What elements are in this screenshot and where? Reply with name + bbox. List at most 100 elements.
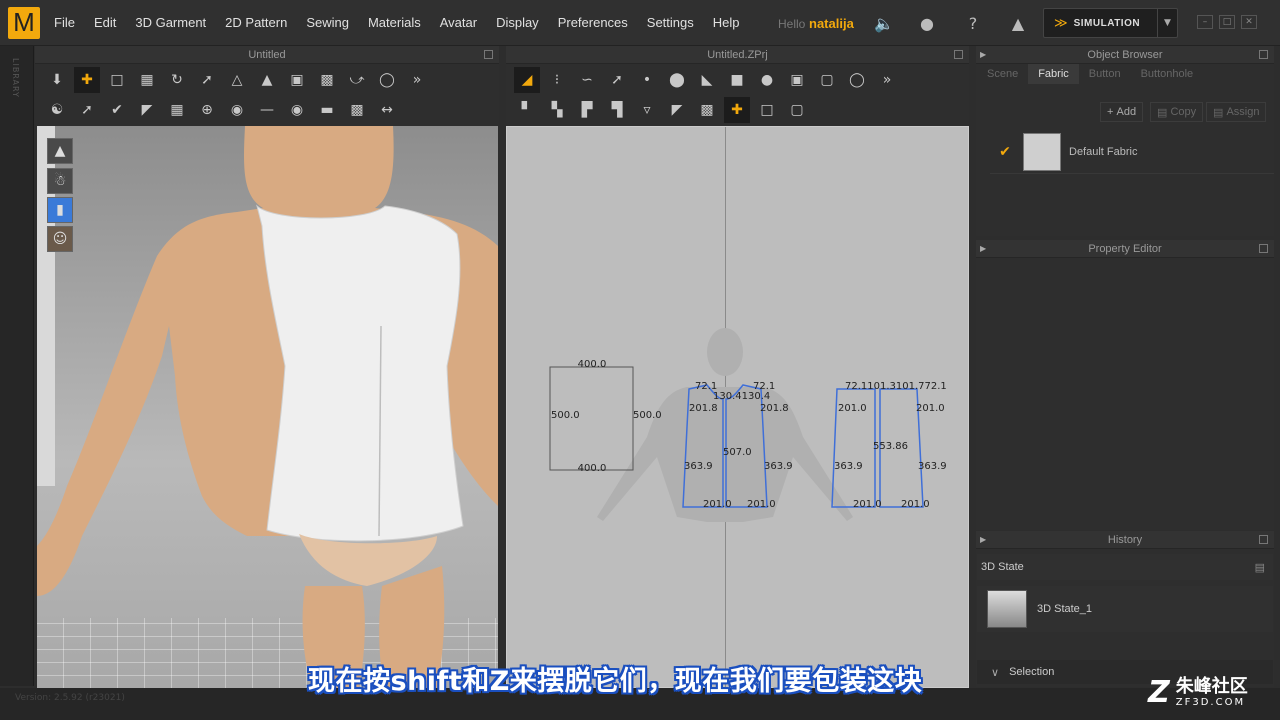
collapse-arrow-icon[interactable]: ▶ bbox=[980, 240, 986, 258]
select-move-icon[interactable]: ⬇ bbox=[44, 67, 70, 93]
library-strip[interactable] bbox=[0, 46, 34, 686]
assign-fabric-button[interactable]: ▤ Assign bbox=[1206, 102, 1267, 122]
buttonhole-icon[interactable]: ◉ bbox=[284, 97, 310, 123]
panel-pin-icon[interactable] bbox=[1259, 244, 1268, 253]
show-fabric-icon[interactable]: ▮ bbox=[47, 197, 73, 223]
circle-icon[interactable]: ● bbox=[754, 67, 780, 93]
menu-avatar[interactable]: Avatar bbox=[440, 15, 477, 30]
menu-materials[interactable]: Materials bbox=[368, 15, 421, 30]
menu-preferences[interactable]: Preferences bbox=[558, 15, 628, 30]
trace-icon[interactable]: ▚ bbox=[544, 97, 570, 123]
viewport-2d[interactable]: 400.0 400.0 500.0 500.0 72.1 72.1 130.41… bbox=[506, 126, 969, 688]
panel-pin-icon[interactable] bbox=[954, 50, 963, 59]
polygon-icon[interactable]: ⬤ bbox=[664, 67, 690, 93]
pattern-grid-icon[interactable]: ▦ bbox=[164, 97, 190, 123]
tape-tool-icon[interactable]: ▩ bbox=[344, 97, 370, 123]
pattern-polygon-icon[interactable]: ◣ bbox=[694, 67, 720, 93]
tab-buttonhole[interactable]: Buttonhole bbox=[1131, 64, 1204, 84]
free-sewing-icon[interactable]: ✚ bbox=[724, 97, 750, 123]
transform-icon[interactable]: ▦ bbox=[134, 67, 160, 93]
measure-icon[interactable]: ⤻ bbox=[344, 67, 370, 93]
panel-pin-icon[interactable] bbox=[1259, 535, 1268, 544]
user-icon[interactable]: ● bbox=[916, 12, 938, 34]
add-point-icon[interactable]: • bbox=[634, 67, 660, 93]
fabric-list-item[interactable]: ✔ Default Fabric bbox=[990, 130, 1274, 174]
rotate-icon[interactable]: ↻ bbox=[164, 67, 190, 93]
edit-point-icon[interactable]: ⁝ bbox=[544, 67, 570, 93]
select-box-icon[interactable]: □ bbox=[104, 67, 130, 93]
dart-icon[interactable]: ▘ bbox=[514, 97, 540, 123]
tab-fabric[interactable]: Fabric bbox=[1028, 64, 1079, 84]
edit-curvature-icon[interactable]: ∽ bbox=[574, 67, 600, 93]
show-skin-icon[interactable]: ☺ bbox=[47, 226, 73, 252]
arrangement-icon[interactable]: ▣ bbox=[284, 67, 310, 93]
tuck-icon[interactable]: ◤ bbox=[134, 97, 160, 123]
button-icon[interactable]: ◉ bbox=[224, 97, 250, 123]
panel-pin-icon[interactable] bbox=[484, 50, 493, 59]
menu-help[interactable]: Help bbox=[713, 15, 740, 30]
pattern-select-icon[interactable]: □ bbox=[754, 97, 780, 123]
stitch-icon[interactable]: ◤ bbox=[664, 97, 690, 123]
zipper-icon[interactable]: ▬ bbox=[314, 97, 340, 123]
object-browser-tabs: Scene Fabric Button Buttonhole bbox=[977, 64, 1203, 84]
menu-file[interactable]: File bbox=[54, 15, 75, 30]
close-icon[interactable]: ✕ bbox=[1241, 15, 1257, 29]
show-avatar-icon[interactable]: ☃ bbox=[47, 168, 73, 194]
segment-sewing-icon[interactable]: ▩ bbox=[694, 97, 720, 123]
menu-sewing[interactable]: Sewing bbox=[306, 15, 349, 30]
offset-icon[interactable]: ▛ bbox=[574, 97, 600, 123]
add-fabric-button[interactable]: + Add bbox=[1100, 102, 1144, 122]
simulation-dropdown-icon[interactable]: ▼ bbox=[1157, 9, 1177, 37]
internal-polygon-icon[interactable]: ▣ bbox=[784, 67, 810, 93]
seam-allowance-icon[interactable]: ▜ bbox=[604, 97, 630, 123]
fold-icon[interactable]: △ bbox=[224, 67, 250, 93]
collapse-arrow-icon[interactable]: ▶ bbox=[980, 531, 986, 549]
collapse-arrow-icon[interactable]: ▶ bbox=[980, 46, 986, 64]
show-garment-icon[interactable]: ▲ bbox=[47, 138, 73, 164]
shirt-tool-icon[interactable]: ▲ bbox=[254, 67, 280, 93]
segment-icon[interactable]: ↔ bbox=[374, 97, 400, 123]
panel-pin-icon[interactable] bbox=[1259, 50, 1268, 59]
app-window: M File Edit 3D Garment 2D Pattern Sewing… bbox=[0, 0, 1280, 720]
pin-tool-icon[interactable]: ➚ bbox=[194, 67, 220, 93]
help-icon[interactable]: ? bbox=[962, 12, 984, 34]
sewing-tool-icon[interactable]: ✔ bbox=[104, 97, 130, 123]
rectangle-icon[interactable]: ■ bbox=[724, 67, 750, 93]
simulation-button[interactable]: ≫ SIMULATION ▼ bbox=[1043, 8, 1178, 38]
menu-edit[interactable]: Edit bbox=[94, 15, 116, 30]
line-icon[interactable]: — bbox=[254, 97, 280, 123]
tape-icon[interactable]: ◯ bbox=[374, 67, 400, 93]
trash-icon[interactable]: ▤ bbox=[1255, 561, 1265, 574]
menu-2d-pattern[interactable]: 2D Pattern bbox=[225, 15, 287, 30]
internal-circle-icon[interactable]: ◯ bbox=[844, 67, 870, 93]
garment-icon[interactable]: ▲ bbox=[1007, 12, 1029, 34]
garment-fit-icon[interactable]: ▩ bbox=[314, 67, 340, 93]
more-tools-icon[interactable]: » bbox=[404, 67, 430, 93]
tab-button[interactable]: Button bbox=[1079, 64, 1131, 84]
viewport-3d[interactable]: ▲ ☃ ▮ ☺ bbox=[37, 126, 498, 688]
menu-settings[interactable]: Settings bbox=[647, 15, 694, 30]
edit-pattern-icon[interactable]: ◢ bbox=[514, 67, 540, 93]
needle-icon[interactable]: ➚ bbox=[74, 97, 100, 123]
fabric-name: Default Fabric bbox=[1069, 145, 1138, 158]
select-mesh-icon[interactable]: ✚ bbox=[74, 67, 100, 93]
internal-rectangle-icon[interactable]: ▢ bbox=[814, 67, 840, 93]
menu-3d-garment[interactable]: 3D Garment bbox=[135, 15, 206, 30]
menu-display[interactable]: Display bbox=[496, 15, 539, 30]
avatar-3d[interactable] bbox=[37, 126, 498, 688]
username[interactable]: natalija bbox=[809, 16, 854, 31]
top-garment-3d[interactable] bbox=[256, 204, 464, 542]
avatar-pose-icon[interactable]: ☯ bbox=[44, 97, 70, 123]
lasso-icon[interactable]: ▢ bbox=[784, 97, 810, 123]
edit-curve-point-icon[interactable]: ➚ bbox=[604, 67, 630, 93]
minimize-icon[interactable]: – bbox=[1197, 15, 1213, 29]
tab-scene[interactable]: Scene bbox=[977, 64, 1028, 84]
button-add-icon[interactable]: ⊕ bbox=[194, 97, 220, 123]
pattern-canvas[interactable]: 400.0 400.0 500.0 500.0 72.1 72.1 130.41… bbox=[507, 127, 969, 688]
restore-icon[interactable]: □ bbox=[1219, 15, 1235, 29]
copy-fabric-button[interactable]: ▤ Copy bbox=[1150, 102, 1204, 122]
more-2d-tools-icon[interactable]: » bbox=[874, 67, 900, 93]
volume-icon[interactable]: 🔈 bbox=[873, 12, 895, 34]
history-item[interactable]: 3D State_1 bbox=[977, 586, 1273, 632]
unfold-icon[interactable]: ▿ bbox=[634, 97, 660, 123]
